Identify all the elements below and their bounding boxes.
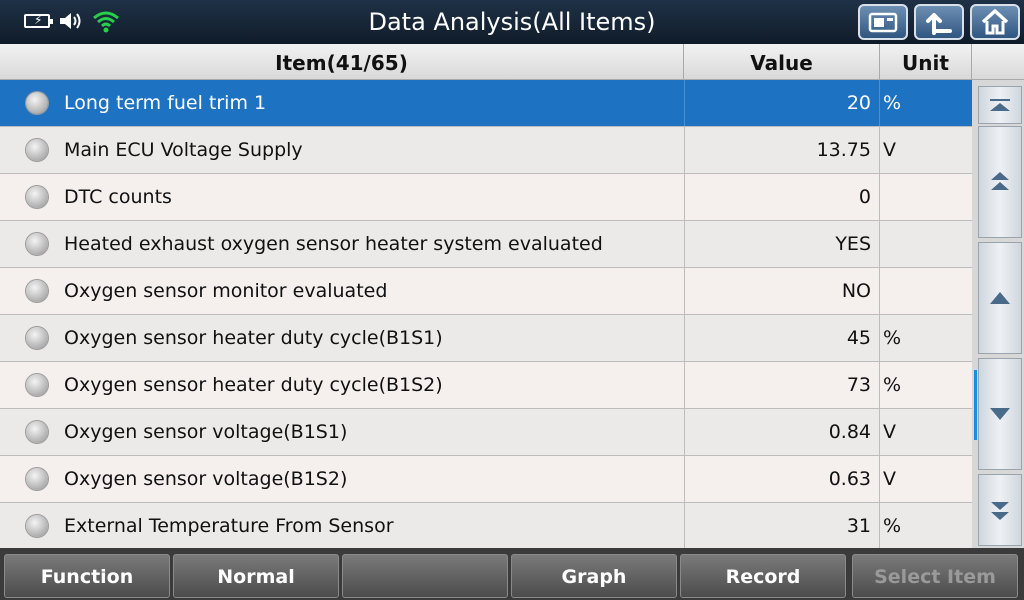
radio-button[interactable]	[26, 421, 48, 443]
item-name: Main ECU Voltage Supply	[64, 139, 303, 161]
item-unit	[880, 174, 972, 220]
item-value: 0	[684, 174, 880, 220]
select-item-button[interactable]: Select Item	[852, 554, 1018, 598]
item-name: Long term fuel trim 1	[64, 92, 267, 114]
item-value: 0.63	[684, 456, 880, 502]
item-name: Heated exhaust oxygen sensor heater syst…	[64, 233, 603, 255]
normal-button[interactable]: Normal	[173, 554, 339, 598]
item-value: 20	[684, 80, 880, 126]
item-unit: V	[883, 421, 896, 443]
item-name: External Temperature From Sensor	[64, 515, 394, 537]
item-value: 0.84	[684, 409, 880, 455]
radio-button[interactable]	[26, 374, 48, 396]
scroll-top-icon	[990, 99, 1010, 111]
back-button[interactable]	[914, 4, 964, 40]
screenshot-icon	[868, 12, 898, 33]
scroll-down-button[interactable]	[978, 358, 1022, 470]
item-unit: %	[883, 374, 902, 396]
up-arrow-icon	[990, 292, 1010, 304]
function-button[interactable]: Function	[4, 554, 170, 598]
item-unit: %	[883, 327, 902, 349]
radio-button[interactable]	[26, 327, 48, 349]
page-down-button[interactable]	[978, 474, 1022, 546]
data-table: Item(41/65) Value Unit Long term fuel tr…	[0, 44, 1024, 550]
table-row[interactable]: Oxygen sensor voltage(B1S1) 0.84 V	[0, 409, 972, 456]
item-name: Oxygen sensor monitor evaluated	[64, 280, 388, 302]
bottom-toolbar: Function Normal Graph Record Select Item	[0, 548, 1024, 600]
scrollbar-thumb[interactable]	[974, 370, 977, 440]
item-value: 13.75	[684, 127, 880, 173]
screenshot-button[interactable]	[858, 4, 908, 40]
table-row[interactable]: Oxygen sensor monitor evaluated NO	[0, 268, 972, 315]
double-down-icon	[991, 502, 1009, 520]
home-button[interactable]	[970, 4, 1020, 40]
table-row[interactable]: Oxygen sensor heater duty cycle(B1S2) 73…	[0, 362, 972, 409]
table-row[interactable]: Heated exhaust oxygen sensor heater syst…	[0, 221, 972, 268]
column-header-unit[interactable]: Unit	[880, 44, 972, 79]
table-header: Item(41/65) Value Unit	[0, 44, 1024, 80]
record-button[interactable]: Record	[680, 554, 846, 598]
scroll-panel	[972, 80, 1024, 548]
radio-button[interactable]	[26, 186, 48, 208]
item-unit: V	[883, 139, 896, 161]
item-unit	[880, 221, 972, 267]
column-header-item[interactable]: Item(41/65)	[0, 44, 684, 79]
double-up-icon	[991, 172, 1009, 190]
table-row[interactable]: DTC counts 0	[0, 174, 972, 221]
item-name: Oxygen sensor voltage(B1S2)	[64, 468, 348, 490]
graph-button[interactable]: Graph	[511, 554, 677, 598]
table-row[interactable]: Oxygen sensor heater duty cycle(B1S1) 45…	[0, 315, 972, 362]
item-value: YES	[684, 221, 880, 267]
item-value: 31	[684, 503, 880, 549]
blank-button[interactable]	[342, 554, 508, 598]
scroll-up-button[interactable]	[978, 242, 1022, 354]
down-arrow-icon	[990, 408, 1010, 420]
item-unit: %	[883, 515, 902, 537]
radio-button[interactable]	[26, 233, 48, 255]
item-name: DTC counts	[64, 186, 172, 208]
item-name: Oxygen sensor voltage(B1S1)	[64, 421, 348, 443]
item-unit: V	[883, 468, 896, 490]
back-arrow-icon	[926, 13, 952, 35]
item-name: Oxygen sensor heater duty cycle(B1S2)	[64, 374, 443, 396]
home-icon	[981, 9, 1009, 35]
radio-button[interactable]	[26, 515, 48, 537]
column-header-value[interactable]: Value	[684, 44, 880, 79]
table-rows: Long term fuel trim 1 20 % Main ECU Volt…	[0, 80, 972, 550]
item-value: NO	[684, 268, 880, 314]
title-bar: ⚡ Data Analysis(All Items)	[0, 0, 1024, 44]
radio-button[interactable]	[26, 468, 48, 490]
item-value: 73	[684, 362, 880, 408]
scroll-top-button[interactable]	[978, 86, 1022, 124]
table-row[interactable]: Long term fuel trim 1 20 %	[0, 80, 972, 127]
table-row[interactable]: Main ECU Voltage Supply 13.75 V	[0, 127, 972, 174]
item-unit: %	[883, 92, 902, 114]
page-up-button[interactable]	[978, 126, 1022, 238]
table-row[interactable]: External Temperature From Sensor 31 %	[0, 503, 972, 550]
radio-button[interactable]	[26, 92, 48, 114]
radio-button[interactable]	[26, 139, 48, 161]
item-value: 45	[684, 315, 880, 361]
table-row[interactable]: Oxygen sensor voltage(B1S2) 0.63 V	[0, 456, 972, 503]
radio-button[interactable]	[26, 280, 48, 302]
item-unit	[880, 268, 972, 314]
item-name: Oxygen sensor heater duty cycle(B1S1)	[64, 327, 443, 349]
